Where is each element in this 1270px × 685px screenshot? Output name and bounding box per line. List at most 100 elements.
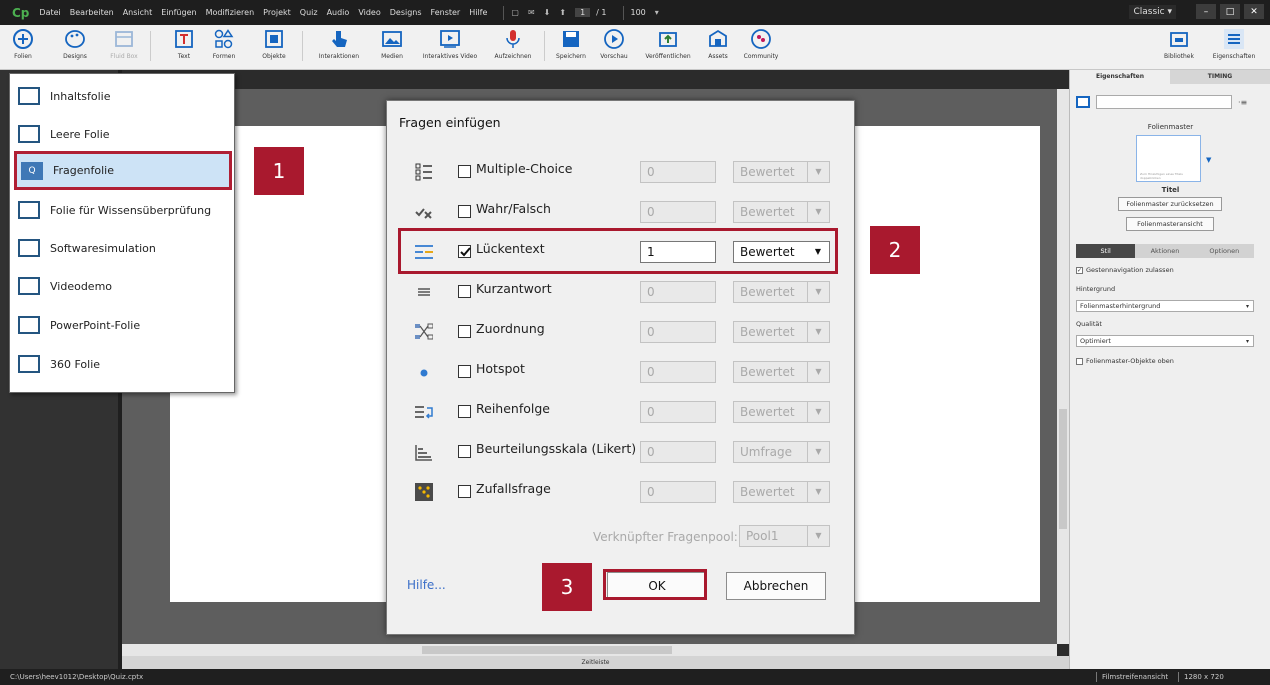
tab-timing[interactable]: TIMING — [1170, 70, 1270, 84]
background-select[interactable]: Folienmasterhintergrund ▾ — [1076, 300, 1254, 312]
shapes-icon — [214, 29, 234, 49]
question-scoring-select[interactable]: Bewertet ▼ — [733, 401, 830, 423]
question-count-input[interactable]: 0 — [640, 481, 716, 503]
seg-aktionen[interactable]: Aktionen — [1135, 244, 1195, 258]
objekte-button[interactable]: Objekte — [256, 28, 292, 60]
maximize-icon[interactable]: □ — [1220, 4, 1240, 19]
menu-audio[interactable]: Audio — [327, 8, 350, 17]
arrow-down-icon[interactable]: ⬇ — [544, 8, 551, 17]
question-pool-select[interactable]: Pool1 ▼ — [739, 525, 830, 547]
fluid-box-button[interactable]: Fluid Box — [104, 28, 144, 60]
designs-button[interactable]: Designs — [55, 28, 95, 60]
zoom-chevron-icon[interactable]: ▾ — [655, 8, 659, 17]
vorschau-button[interactable]: Vorschau — [596, 28, 632, 60]
timeline-bar[interactable]: Zeitleiste — [122, 656, 1069, 669]
menu-projekt[interactable]: Projekt — [263, 8, 291, 17]
folien-button[interactable]: Folien — [8, 28, 38, 60]
page-current[interactable]: 1 — [575, 8, 591, 17]
question-scoring-select[interactable]: Bewertet ▼ — [733, 201, 830, 223]
menu-ansicht[interactable]: Ansicht — [123, 8, 153, 17]
menu-hilfe[interactable]: Hilfe — [469, 8, 487, 17]
interaktionen-button[interactable]: Interaktionen — [313, 28, 365, 60]
menu-datei[interactable]: Datei — [39, 8, 60, 17]
formen-button[interactable]: Formen — [206, 28, 242, 60]
question-count-input[interactable]: 0 — [640, 401, 716, 423]
question-count-input[interactable]: 0 — [640, 201, 716, 223]
vertical-scrollbar[interactable] — [1057, 89, 1069, 644]
question-checkbox[interactable] — [458, 405, 471, 418]
speichern-button[interactable]: Speichern — [551, 28, 591, 60]
menu-einfuegen[interactable]: Einfügen — [161, 8, 196, 17]
cancel-button[interactable]: Abbrechen — [726, 572, 826, 600]
question-count-input[interactable]: 0 — [640, 321, 716, 343]
menu-item-wissensueberpruefung[interactable]: Folie für Wissensüberprüfung — [14, 192, 232, 228]
medien-button[interactable]: Medien — [375, 28, 409, 60]
question-scoring-select[interactable]: Umfrage ▼ — [733, 441, 830, 463]
question-count-input[interactable]: 0 — [640, 441, 716, 463]
question-checkbox[interactable] — [458, 285, 471, 298]
question-checkbox[interactable] — [458, 325, 471, 338]
horizontal-scrollbar[interactable] — [122, 644, 1057, 656]
interactive-video-button[interactable]: Interaktives Video — [417, 28, 483, 60]
question-count-input[interactable]: 0 — [640, 161, 716, 183]
question-scoring-select[interactable]: Bewertet ▼ — [733, 281, 830, 303]
question-scoring-select[interactable]: Bewertet ▼ — [733, 481, 830, 503]
question-checkbox[interactable] — [458, 445, 471, 458]
master-thumbnail[interactable]: Zum Hinzufügen eines Titels doppelklicke… — [1136, 135, 1201, 182]
question-scoring-select[interactable]: Bewertet ▼ — [733, 321, 830, 343]
community-button[interactable]: Community — [738, 28, 784, 60]
minimize-icon[interactable]: – — [1196, 4, 1216, 19]
menu-fenster[interactable]: Fenster — [431, 8, 461, 17]
menu-item-leere-folie[interactable]: Leere Folie — [14, 116, 232, 152]
zoom-level[interactable]: 100 — [631, 8, 646, 17]
mail-icon[interactable]: ✉ — [528, 8, 535, 17]
scrollbar-thumb[interactable] — [1059, 409, 1067, 529]
menu-video[interactable]: Video — [358, 8, 380, 17]
master-objects-checkbox[interactable]: Folienmaster-Objekte oben — [1076, 357, 1174, 365]
master-thumbnail-text: Zum Hinzufügen eines Titels doppelklicke… — [1140, 172, 1183, 180]
assets-button[interactable]: Assets — [703, 28, 733, 60]
question-count-input[interactable]: 0 — [640, 361, 716, 383]
tab-eigenschaften[interactable]: Eigenschaften — [1070, 70, 1170, 84]
menu-item-powerpoint[interactable]: PowerPoint-Folie — [14, 307, 232, 343]
question-checkbox[interactable] — [458, 365, 471, 378]
menu-bearbeiten[interactable]: Bearbeiten — [70, 8, 114, 17]
menu-designs[interactable]: Designs — [390, 8, 422, 17]
eigenschaften-button[interactable]: Eigenschaften — [1206, 28, 1262, 60]
text-button[interactable]: Text — [166, 28, 202, 60]
menu-modifizieren[interactable]: Modifizieren — [206, 8, 255, 17]
aufzeichnen-button[interactable]: Aufzeichnen — [490, 28, 536, 60]
menu-item-softwaresimulation[interactable]: Softwaresimulation — [14, 230, 232, 266]
seg-stil[interactable]: Stil — [1076, 244, 1136, 258]
menu-item-videodemo[interactable]: Videodemo — [14, 268, 232, 304]
master-dropdown-icon[interactable]: ▼ — [1206, 156, 1211, 164]
close-icon[interactable]: ✕ — [1244, 4, 1264, 19]
menu-quiz[interactable]: Quiz — [300, 8, 318, 17]
menu-item-label: PowerPoint-Folie — [50, 318, 141, 332]
reset-master-button[interactable]: Folienmaster zurücksetzen — [1118, 197, 1222, 211]
question-scoring-select[interactable]: Bewertet ▼ — [733, 361, 830, 383]
arrow-up-icon[interactable]: ⬆ — [559, 8, 566, 17]
scrollbar-thumb[interactable] — [422, 646, 672, 654]
help-link[interactable]: Hilfe... — [407, 578, 446, 592]
options-menu-icon[interactable]: ·≡ — [1238, 98, 1247, 107]
menu-item-360-folie[interactable]: 360 Folie — [14, 346, 232, 382]
seg-optionen[interactable]: Optionen — [1194, 244, 1254, 258]
workspace-switcher[interactable]: Classic ▾ — [1129, 4, 1176, 19]
gesture-nav-checkbox[interactable]: ✓ Gestennavigation zulassen — [1076, 266, 1174, 274]
menu-item-inhaltsfolie[interactable]: Inhaltsfolie — [14, 78, 232, 114]
question-checkbox[interactable] — [458, 205, 471, 218]
question-checkbox[interactable] — [458, 165, 471, 178]
question-scoring-select[interactable]: Bewertet ▼ — [733, 161, 830, 183]
chevron-down-icon: ▾ — [1245, 303, 1249, 310]
veroeffentlichen-button[interactable]: Veröffentlichen — [640, 28, 696, 60]
bibliothek-button[interactable]: Bibliothek — [1158, 28, 1200, 60]
comment-icon[interactable]: ▢ — [511, 8, 519, 17]
question-count-input[interactable]: 0 — [640, 281, 716, 303]
filmstrip-view-toggle[interactable]: Filmstreifenansicht — [1102, 669, 1168, 685]
question-checkbox[interactable] — [458, 485, 471, 498]
menu-item-fragenfolie[interactable]: Q Fragenfolie — [14, 151, 232, 190]
slide-name-input[interactable] — [1096, 95, 1232, 109]
master-view-button[interactable]: Folienmasteransicht — [1126, 217, 1214, 231]
quality-select[interactable]: Optimiert ▾ — [1076, 335, 1254, 347]
